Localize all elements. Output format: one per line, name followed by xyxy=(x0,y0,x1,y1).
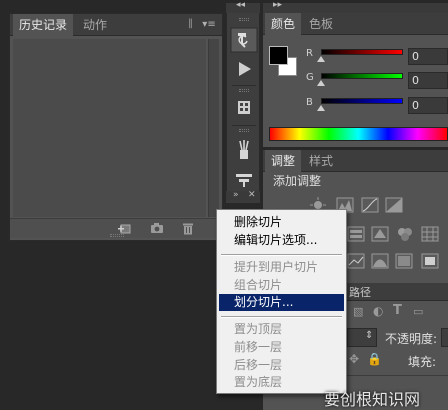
green-slider[interactable] xyxy=(321,73,403,79)
layer-filter-row: ▧ ◐ T ▭ xyxy=(347,303,448,322)
red-slider[interactable] xyxy=(321,49,403,55)
color-balance-icon[interactable] xyxy=(371,226,389,242)
menu-item-edit-slice-options[interactable]: 编辑切片选项... xyxy=(219,232,344,249)
history-tabbar: 历史记录 动作 ▾≡ ‖ xyxy=(10,14,222,36)
blue-slider-thumb[interactable] xyxy=(317,105,325,111)
tab-color[interactable]: 颜色 xyxy=(265,13,302,35)
curves-icon[interactable] xyxy=(361,197,379,213)
filter-adjust-icon[interactable]: ◐ xyxy=(373,304,383,318)
tool-separator xyxy=(232,85,256,86)
dropdown-arrow-icon: ⇕ xyxy=(365,330,374,341)
lock-position-icon[interactable]: ✥ xyxy=(349,352,359,366)
camera-icon[interactable] xyxy=(150,222,164,235)
menu-item-combine-slices: 组合切片 xyxy=(234,278,283,292)
menu-item-delete-slice[interactable]: 删除切片 xyxy=(219,214,344,231)
right-dock-header: ▸▸ xyxy=(263,0,448,13)
history-resize-grip[interactable] xyxy=(110,234,124,237)
color-panel: 颜色 色板 R 0 G 0 B 0 xyxy=(263,13,448,147)
tab-adjustments[interactable]: 调整 xyxy=(265,150,302,172)
history-panel: 历史记录 动作 ▾≡ ‖ xyxy=(9,13,223,241)
tab-paths[interactable]: 路径 xyxy=(349,284,371,300)
opacity-label: 不透明度: xyxy=(385,332,438,346)
threshold-icon[interactable] xyxy=(371,253,389,269)
exposure-icon[interactable] xyxy=(385,197,403,213)
menu-item-bring-to-front: 置为顶层 xyxy=(234,322,283,336)
toolstrip-grip[interactable] xyxy=(239,129,249,132)
history-scrollbar[interactable] xyxy=(208,39,219,217)
history-brush-icon[interactable] xyxy=(230,27,258,53)
panel-menu-icon[interactable]: ▾≡ xyxy=(201,18,217,31)
green-channel-label: G xyxy=(306,72,314,83)
collapse-left-icon[interactable]: ◂◂ xyxy=(236,0,245,10)
channel-mixer-icon[interactable] xyxy=(395,226,415,242)
toolstrip-grip[interactable] xyxy=(239,89,249,92)
posterize-icon[interactable] xyxy=(347,253,365,269)
menu-separator xyxy=(221,316,342,318)
gradient-map-icon[interactable] xyxy=(395,253,413,269)
watermark-text: 要创根知识网 xyxy=(324,390,421,409)
expand-icon[interactable]: » xyxy=(233,190,239,200)
toolstrip-header: ◂◂ xyxy=(226,0,260,13)
swatches-icon[interactable] xyxy=(230,95,258,121)
expand-right-icon[interactable]: ▸▸ xyxy=(273,0,282,10)
lock-all-icon[interactable]: 🔒 xyxy=(367,352,382,366)
blue-value-field[interactable]: 0 xyxy=(408,97,448,114)
color-spectrum-bar[interactable] xyxy=(269,127,448,141)
filter-pixel-icon[interactable]: ▧ xyxy=(353,305,363,318)
trash-icon[interactable] xyxy=(181,222,195,235)
menu-item-send-backward: 后移一层 xyxy=(234,358,283,372)
color-tabbar: 颜色 色板 xyxy=(263,13,448,35)
green-slider-thumb[interactable] xyxy=(317,80,325,86)
selective-color-icon[interactable] xyxy=(421,253,439,269)
fill-label: 填充: xyxy=(408,355,437,369)
close-icon[interactable]: ✕ xyxy=(248,190,256,200)
red-value-field[interactable]: 0 xyxy=(408,48,448,65)
brush-presets-icon[interactable] xyxy=(230,137,258,163)
blue-slider[interactable] xyxy=(321,98,403,104)
tab-swatches[interactable]: 色板 xyxy=(303,13,339,35)
layers-divider xyxy=(347,375,448,376)
tab-actions[interactable]: 动作 xyxy=(77,14,113,36)
opacity-field[interactable] xyxy=(441,328,448,347)
filter-type-icon[interactable]: T xyxy=(393,303,402,318)
tool-presets-icon[interactable] xyxy=(230,165,258,191)
tool-strip xyxy=(226,13,260,203)
filter-shape-icon[interactable]: ▭ xyxy=(413,305,423,318)
slice-context-menu: 删除切片 编辑切片选项... 提升到用户切片 组合切片 划分切片... 置为顶层… xyxy=(216,209,347,394)
play-action-icon[interactable] xyxy=(230,56,258,82)
toolstrip-grip[interactable] xyxy=(239,18,249,21)
blend-mode-dropdown[interactable]: ⇕ xyxy=(347,328,377,347)
blue-channel-label: B xyxy=(306,97,313,108)
hue-saturation-icon[interactable] xyxy=(347,226,365,242)
red-slider-thumb[interactable] xyxy=(317,56,325,62)
tab-history[interactable]: 历史记录 xyxy=(13,14,74,36)
foreground-color-swatch[interactable] xyxy=(269,46,288,65)
history-list[interactable] xyxy=(13,39,206,217)
grid-icon[interactable] xyxy=(421,226,439,242)
add-adjustment-title: 添加调整 xyxy=(273,174,322,188)
adjustments-tabbar: 调整 样式 xyxy=(263,150,448,172)
tool-separator xyxy=(232,125,256,126)
toolstrip-footer: » ✕ xyxy=(226,190,260,203)
red-channel-label: R xyxy=(306,48,313,59)
menu-separator xyxy=(221,254,342,256)
collapse-icon[interactable]: ‖ xyxy=(188,18,193,29)
green-value-field[interactable]: 0 xyxy=(408,72,448,89)
menu-item-bring-forward: 前移一层 xyxy=(234,340,283,354)
tab-styles[interactable]: 样式 xyxy=(303,150,339,172)
menu-item-divide-slice[interactable]: 划分切片... xyxy=(219,294,344,311)
menu-item-promote-to-user-slice: 提升到用户切片 xyxy=(234,260,319,274)
